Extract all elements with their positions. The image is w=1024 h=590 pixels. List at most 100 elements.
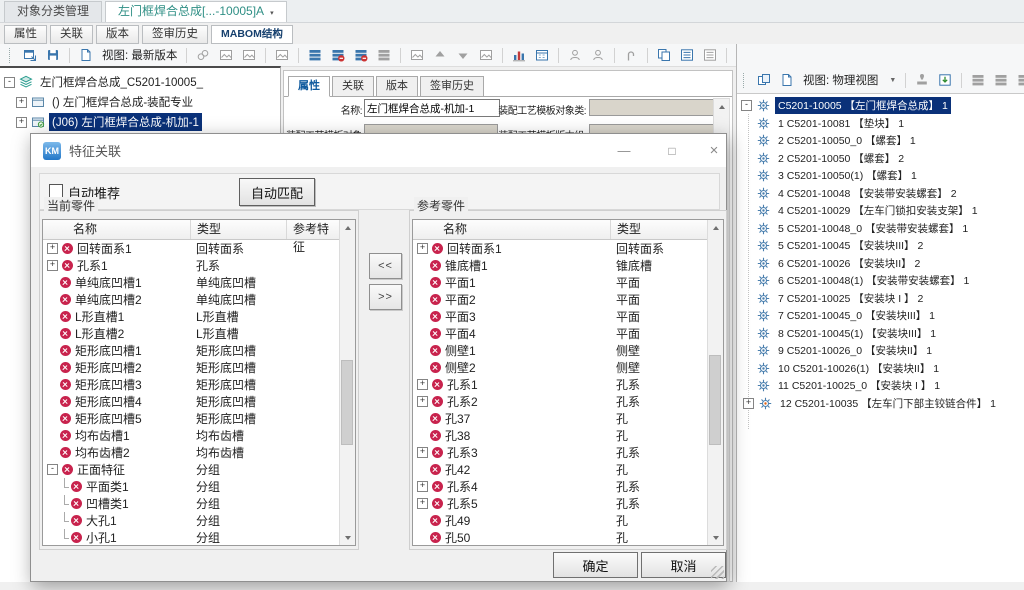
move-down-icon[interactable] bbox=[456, 48, 470, 62]
bom-tree-item[interactable]: 10 C5201-10026(1) 【安装块II】 1 bbox=[737, 360, 1024, 378]
window-tab[interactable]: 对象分类管理 bbox=[4, 1, 102, 22]
detail-tab[interactable]: 版本 bbox=[376, 76, 418, 97]
feature-row[interactable]: 孔38孔 bbox=[413, 427, 708, 444]
object-tree-item[interactable]: -左门框焊合总成_C5201-10005_ bbox=[0, 72, 280, 92]
bom-tree-item[interactable]: 2 C5201-10050 【螺套】 2 bbox=[737, 150, 1024, 168]
tree-expander[interactable]: + bbox=[743, 398, 754, 409]
tree-expander[interactable]: + bbox=[417, 396, 428, 407]
feature-row[interactable]: 平面1平面 bbox=[413, 274, 708, 291]
layers-icon[interactable] bbox=[971, 73, 985, 87]
layers-icon[interactable] bbox=[377, 48, 391, 62]
dialog-title-bar[interactable]: KM 特征关联 — □ × bbox=[31, 134, 726, 167]
feature-row[interactable]: +回转面系1回转面系 bbox=[43, 240, 340, 257]
new-page-icon[interactable] bbox=[79, 48, 93, 62]
tree-expander[interactable]: + bbox=[417, 379, 428, 390]
image-icon[interactable] bbox=[275, 48, 289, 62]
feature-row[interactable]: 孔50孔 bbox=[413, 529, 708, 545]
layers-remove-icon[interactable] bbox=[331, 48, 345, 62]
bom-tree-item[interactable]: 6 C5201-10048(1) 【安装带安装螺套】 1 bbox=[737, 272, 1024, 290]
ribbon-tab[interactable]: 版本 bbox=[96, 25, 139, 44]
ribbon-tab[interactable]: MABOM结构 bbox=[211, 25, 293, 44]
feature-row[interactable]: 平面2平面 bbox=[413, 291, 708, 308]
tree-expander[interactable]: + bbox=[16, 117, 27, 128]
feature-row[interactable]: 侧壁1侧壁 bbox=[413, 342, 708, 359]
view-selector[interactable]: 视图: 最新版本 bbox=[102, 47, 177, 63]
current-part-scrollbar[interactable] bbox=[339, 220, 355, 545]
feature-row[interactable]: 孔49孔 bbox=[413, 512, 708, 529]
scroll-up-icon[interactable] bbox=[714, 99, 729, 114]
layers-remove-icon[interactable] bbox=[354, 48, 368, 62]
feature-row[interactable]: -正面特征分组 bbox=[43, 461, 340, 478]
ok-button[interactable]: 确定 bbox=[553, 552, 638, 578]
reference-part-scrollbar[interactable] bbox=[707, 220, 723, 545]
close-button[interactable]: × bbox=[699, 137, 729, 164]
tree-expander[interactable]: - bbox=[741, 100, 752, 111]
column-header[interactable]: 类型 bbox=[611, 220, 707, 239]
feature-row[interactable]: 矩形底凹槽3矩形底凹槽 bbox=[43, 376, 340, 393]
copy-icon[interactable] bbox=[657, 48, 671, 62]
auto-recommend-checkbox[interactable] bbox=[49, 184, 63, 198]
feature-row[interactable]: 凹槽类1分组 bbox=[43, 495, 340, 512]
new-page-icon[interactable] bbox=[780, 73, 794, 87]
bom-tree-item[interactable]: 4 C5201-10029 【左车门锁扣安装支架】 1 bbox=[737, 202, 1024, 220]
toolbar-grip[interactable] bbox=[9, 48, 12, 63]
feature-row[interactable]: L形直槽2L形直槽 bbox=[43, 325, 340, 342]
resize-grip-icon[interactable] bbox=[711, 566, 724, 579]
move-left-button[interactable]: << bbox=[369, 253, 402, 279]
image-icon[interactable] bbox=[219, 48, 233, 62]
bom-tree-item[interactable]: 9 C5201-10026_0 【安装块II】 1 bbox=[737, 342, 1024, 360]
ribbon-tab[interactable]: 属性 bbox=[4, 25, 47, 44]
image-icon[interactable] bbox=[479, 48, 493, 62]
feature-row[interactable]: 孔42孔 bbox=[413, 461, 708, 478]
feature-row[interactable]: 大孔1分组 bbox=[43, 512, 340, 529]
tree-expander[interactable]: + bbox=[47, 260, 58, 271]
tree-expander[interactable]: + bbox=[417, 498, 428, 509]
view-selector[interactable]: 视图: 物理视图 bbox=[803, 72, 878, 88]
bom-tree-item[interactable]: 4 C5201-10048 【安装带安装螺套】 2 bbox=[737, 185, 1024, 203]
bom-tree-item[interactable]: 5 C5201-10048_0 【安装带安装螺套】 1 bbox=[737, 220, 1024, 238]
bom-tree-item[interactable]: 8 C5201-10045(1) 【安装块III】 1 bbox=[737, 325, 1024, 343]
column-header[interactable]: 类型 bbox=[191, 220, 287, 239]
user-icon[interactable] bbox=[568, 48, 582, 62]
detail-tab[interactable]: 签审历史 bbox=[420, 76, 484, 97]
feature-row[interactable]: +孔系2孔系 bbox=[413, 393, 708, 410]
feature-row[interactable]: 单纯底凹槽2单纯底凹槽 bbox=[43, 291, 340, 308]
bom-tree-item[interactable]: 6 C5201-10026 【安装块II】 2 bbox=[737, 255, 1024, 273]
toolbar-grip[interactable] bbox=[743, 73, 746, 88]
layers-icon[interactable] bbox=[308, 48, 322, 62]
feature-row[interactable]: L形直槽1L形直槽 bbox=[43, 308, 340, 325]
tree-expander[interactable]: - bbox=[4, 77, 15, 88]
tree-expander[interactable]: + bbox=[16, 97, 27, 108]
scroll-thumb[interactable] bbox=[341, 360, 353, 445]
bom-tree-item[interactable]: 7 C5201-10045_0 【安装块III】 1 bbox=[737, 307, 1024, 325]
maximize-button[interactable]: □ bbox=[657, 137, 687, 164]
link-icon[interactable] bbox=[196, 48, 210, 62]
tree-expander[interactable]: + bbox=[47, 243, 58, 254]
feature-row[interactable]: +回转面系1回转面系 bbox=[413, 240, 708, 257]
layers-icon[interactable] bbox=[994, 73, 1008, 87]
column-header[interactable]: 名称 bbox=[43, 220, 191, 239]
feature-row[interactable]: +孔系5孔系 bbox=[413, 495, 708, 512]
image-icon[interactable] bbox=[410, 48, 424, 62]
feature-row[interactable]: 锥底槽1锥底槽 bbox=[413, 257, 708, 274]
feature-row[interactable]: 矩形底凹槽4矩形底凹槽 bbox=[43, 393, 340, 410]
feature-row[interactable]: +孔系1孔系 bbox=[43, 257, 340, 274]
feature-row[interactable]: 侧壁2侧壁 bbox=[413, 359, 708, 376]
feature-row[interactable]: 平面类1分组 bbox=[43, 478, 340, 495]
table-edit-icon[interactable] bbox=[535, 48, 549, 62]
feature-row[interactable]: 小孔1分组 bbox=[43, 529, 340, 545]
scroll-up-icon[interactable] bbox=[340, 220, 355, 235]
bom-tree-item[interactable]: +12 C5201-10035 【左车门下部主铰链合件】 1 bbox=[737, 395, 1024, 413]
chevron-down-icon[interactable]: ▼ bbox=[889, 77, 896, 84]
scroll-up-icon[interactable] bbox=[708, 220, 723, 235]
move-right-button[interactable]: >> bbox=[369, 284, 402, 310]
save-icon[interactable] bbox=[46, 48, 60, 62]
move-up-icon[interactable] bbox=[433, 48, 447, 62]
column-header[interactable]: 名称 bbox=[413, 220, 611, 239]
stamp-icon[interactable] bbox=[915, 73, 929, 87]
list-icon[interactable] bbox=[680, 48, 694, 62]
feature-row[interactable]: 均布齿槽2均布齿槽 bbox=[43, 444, 340, 461]
bom-tree-item[interactable]: 5 C5201-10045 【安装块III】 2 bbox=[737, 237, 1024, 255]
bom-tree-item[interactable]: -C5201-10005 【左门框焊合总成】 1 bbox=[737, 97, 1024, 115]
feature-row[interactable]: 矩形底凹槽1矩形底凹槽 bbox=[43, 342, 340, 359]
